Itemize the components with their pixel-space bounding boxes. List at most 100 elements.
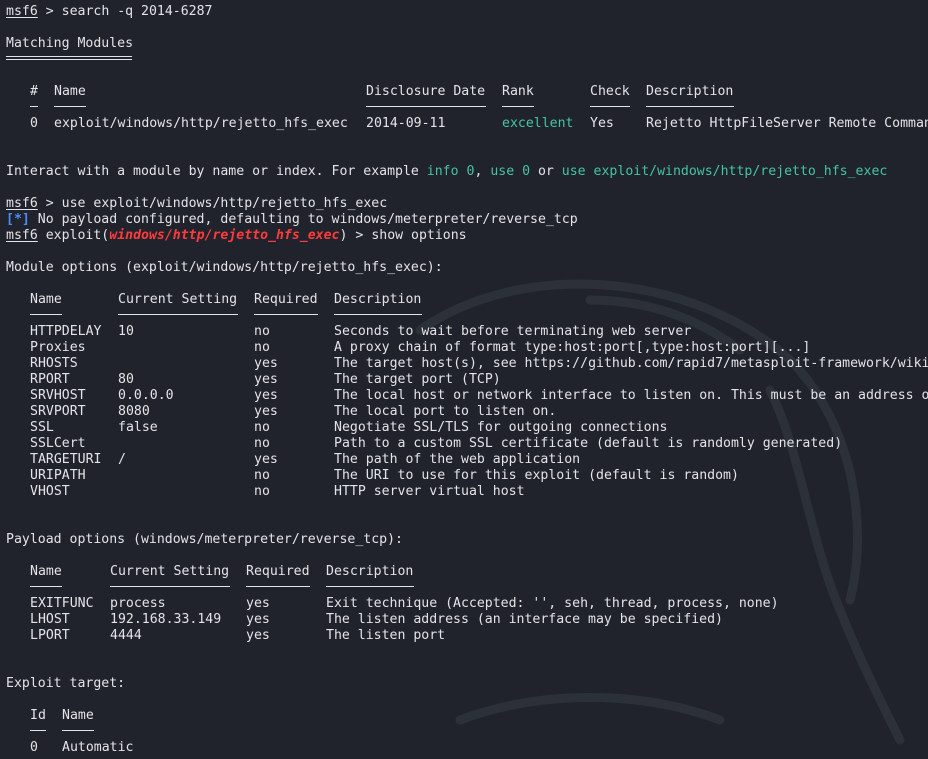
- option-desc: HTTP server virtual host: [334, 484, 525, 499]
- heading-double-underline: [6, 56, 132, 60]
- option-setting: 8080: [118, 404, 150, 419]
- option-desc: The path of the web application: [334, 452, 581, 467]
- col-date-rule: [366, 106, 486, 107]
- option-name: LHOST: [30, 612, 70, 627]
- payload-notice-text: No payload configured, defaulting to win…: [29, 212, 578, 227]
- mod-col-required-rule: [254, 314, 318, 315]
- mod-col-required-header: Required: [254, 292, 318, 307]
- option-required: no: [254, 484, 270, 499]
- option-required: no: [254, 468, 270, 483]
- pay-col-setting-rule: [110, 586, 230, 587]
- active-module-name: windows/http/rejetto_hfs_exec: [109, 228, 340, 243]
- col-name-rule: [54, 106, 86, 107]
- option-name: LPORT: [30, 628, 70, 643]
- option-required: yes: [254, 356, 278, 371]
- option-name: Proxies: [30, 340, 86, 355]
- option-required: yes: [254, 404, 278, 419]
- prompt-arrow: >: [355, 228, 364, 243]
- pay-col-required-header: Required: [246, 564, 310, 579]
- result-name: exploit/windows/http/rejetto_hfs_exec: [54, 116, 348, 131]
- hint-separator: or: [530, 164, 562, 179]
- target-col-name-rule: [62, 730, 94, 731]
- option-required: no: [254, 324, 270, 339]
- option-name: RPORT: [30, 372, 70, 387]
- prompt-line-show: msf6 exploit(windows/http/rejetto_hfs_ex…: [6, 228, 467, 244]
- mod-col-setting-header: Current Setting: [118, 292, 238, 307]
- prompt-line-use: msf6 > use exploit/windows/http/rejetto_…: [6, 196, 387, 212]
- option-setting: 0.0.0.0: [118, 388, 174, 403]
- option-setting: 192.168.33.149: [110, 612, 222, 627]
- col-check-header: Check: [590, 84, 630, 99]
- option-required: no: [254, 420, 270, 435]
- col-rank-rule: [502, 106, 534, 107]
- terminal-window[interactable]: msf6 > search -q 2014-6287 Matching Modu…: [0, 0, 928, 759]
- option-desc: The target port (TCP): [334, 372, 501, 387]
- option-required: yes: [254, 388, 278, 403]
- option-required: no: [254, 340, 270, 355]
- pay-col-desc-header: Description: [326, 564, 414, 579]
- mod-col-name-rule: [30, 314, 62, 315]
- payload-options-heading: Payload options (windows/meterpreter/rev…: [6, 532, 403, 547]
- option-name: VHOST: [30, 484, 70, 499]
- pay-col-setting-header: Current Setting: [110, 564, 230, 579]
- col-num-header: #: [30, 84, 38, 99]
- hint-separator: ,: [474, 164, 491, 179]
- option-name: TARGETURI: [30, 452, 102, 467]
- exploit-target-heading: Exploit target:: [6, 676, 126, 691]
- pay-col-required-rule: [246, 586, 310, 587]
- option-desc: The listen port: [326, 628, 446, 643]
- interact-hint-line: Interact with a module by name or index.…: [6, 164, 887, 180]
- search-command: search -q 2014-6287: [61, 4, 213, 19]
- option-desc: Path to a custom SSL certificate (defaul…: [334, 436, 843, 451]
- option-desc: The listen address (an interface may be …: [326, 612, 723, 627]
- option-setting: false: [118, 420, 158, 435]
- option-setting: /: [118, 452, 126, 467]
- exploit-prefix: exploit(: [45, 228, 110, 243]
- option-desc: Seconds to wait before terminating web s…: [334, 324, 692, 339]
- target-col-id-rule: [30, 730, 46, 731]
- pay-col-desc-rule: [326, 586, 414, 587]
- option-name: SRVPORT: [30, 404, 86, 419]
- option-setting: process: [110, 596, 166, 611]
- option-desc: The URI to use for this exploit (default…: [334, 468, 739, 483]
- option-setting: 4444: [110, 628, 142, 643]
- payload-notice-line: [*] No payload configured, defaulting to…: [6, 212, 578, 228]
- option-setting: 80: [118, 372, 134, 387]
- pay-col-name-header: Name: [30, 564, 62, 579]
- result-rank: excellent: [502, 116, 574, 131]
- module-options-heading: Module options (exploit/windows/http/rej…: [6, 260, 443, 275]
- exploit-suffix: ): [339, 228, 348, 243]
- col-num-rule: [30, 106, 38, 107]
- option-desc: Negotiate SSL/TLS for outgoing connectio…: [334, 420, 668, 435]
- hint-info: info 0: [426, 164, 475, 179]
- option-setting: 10: [118, 324, 134, 339]
- interact-text: Interact with a module by name or index.…: [6, 164, 427, 179]
- result-check: Yes: [590, 116, 614, 131]
- option-name: SSL: [30, 420, 54, 435]
- result-num: 0: [30, 116, 38, 131]
- prompt-line-search: msf6 > search -q 2014-6287: [6, 4, 212, 20]
- option-name: RHOSTS: [30, 356, 78, 371]
- col-name-header: Name: [54, 84, 86, 99]
- mod-col-name-header: Name: [30, 292, 62, 307]
- option-required: yes: [246, 612, 270, 627]
- result-desc: Rejetto HttpFileServer Remote Comman: [646, 116, 928, 131]
- option-required: no: [254, 436, 270, 451]
- option-desc: A proxy chain of format type:host:port[,…: [334, 340, 811, 355]
- col-rank-header: Rank: [502, 84, 534, 99]
- option-desc: The target host(s), see https://github.c…: [334, 356, 928, 371]
- prompt-label: msf6: [6, 196, 38, 211]
- hint-use-name: use exploit/windows/http/rejetto_hfs_exe…: [561, 164, 888, 179]
- option-name: SSLCert: [30, 436, 86, 451]
- col-date-header: Disclosure Date: [366, 84, 486, 99]
- target-name: Automatic: [62, 740, 134, 755]
- target-col-name-header: Name: [62, 708, 94, 723]
- option-desc: The local port to listen on.: [334, 404, 557, 419]
- prompt-label: msf6: [6, 228, 38, 243]
- option-required: yes: [246, 596, 270, 611]
- option-desc: The local host or network interface to l…: [334, 388, 928, 403]
- mod-col-desc-rule: [334, 314, 422, 315]
- option-desc: Exit technique (Accepted: '', seh, threa…: [326, 596, 779, 611]
- col-desc-rule: [646, 106, 734, 107]
- prompt-label: msf6: [6, 4, 38, 19]
